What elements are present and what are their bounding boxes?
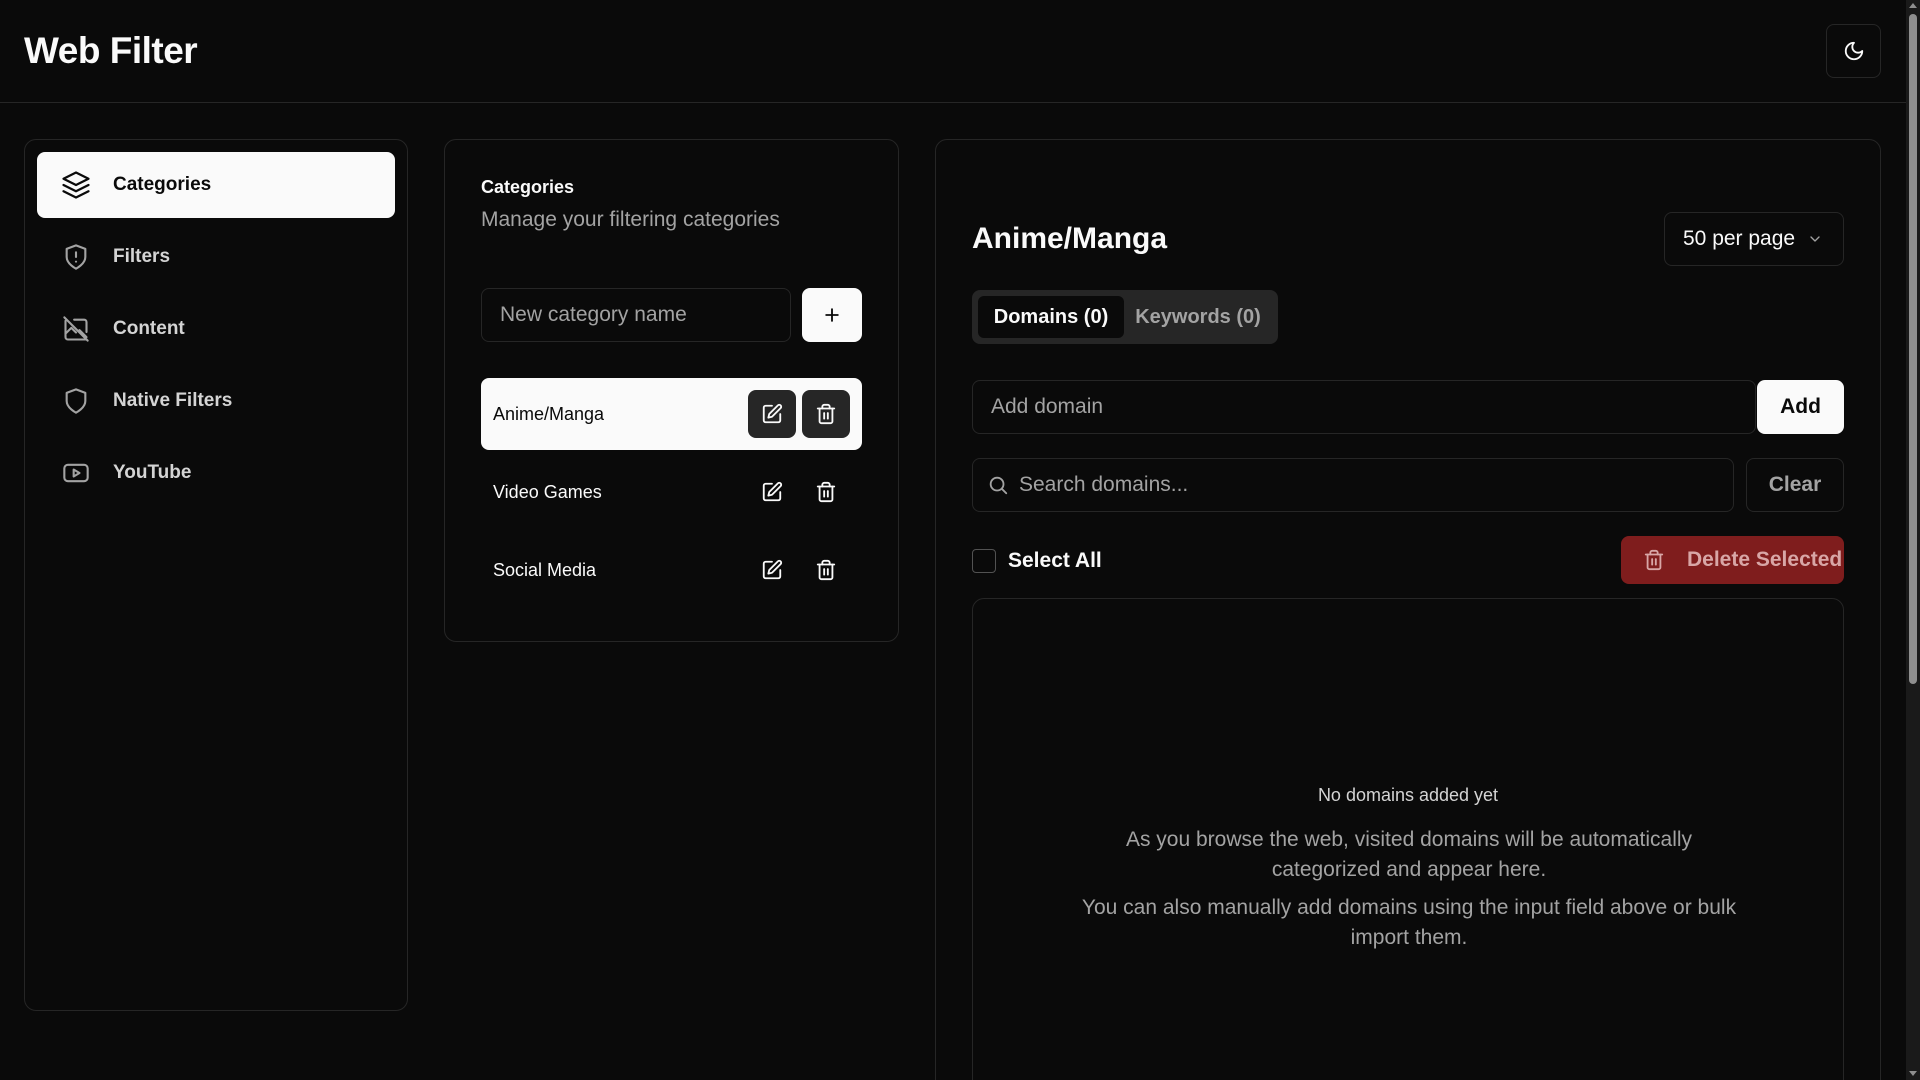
tab-keywords[interactable]: Keywords (0) bbox=[1124, 296, 1272, 338]
category-item-social-media[interactable]: Social Media bbox=[481, 534, 862, 606]
category-item-video-games[interactable]: Video Games bbox=[481, 456, 862, 528]
select-all-checkbox[interactable] bbox=[972, 549, 996, 573]
edit-icon bbox=[762, 403, 783, 424]
per-page-select[interactable]: 50 per page bbox=[1664, 212, 1844, 266]
search-domains-field[interactable] bbox=[972, 458, 1734, 512]
plus-icon bbox=[825, 308, 839, 322]
select-all-control[interactable]: Select All bbox=[972, 549, 1102, 573]
sidebar-item-label: Categories bbox=[113, 174, 212, 195]
delete-selected-button[interactable]: Delete Selected bbox=[1621, 536, 1844, 584]
category-name: Social Media bbox=[493, 559, 597, 580]
sidebar-item-categories[interactable]: Categories bbox=[37, 152, 395, 218]
empty-state-text: As you browse the web, visited domains w… bbox=[1125, 828, 1693, 881]
edit-category-button[interactable] bbox=[748, 390, 796, 438]
app-header: Web Filter bbox=[0, 0, 1906, 103]
scroll-down-arrow-icon[interactable] bbox=[1909, 1071, 1917, 1076]
sidebar-item-label: Filters bbox=[113, 246, 171, 267]
tab-list: Domains (0) Keywords (0) bbox=[972, 290, 1278, 344]
theme-toggle-button[interactable] bbox=[1826, 24, 1881, 78]
new-category-input[interactable] bbox=[481, 288, 791, 342]
delete-category-button[interactable] bbox=[802, 468, 850, 516]
edit-icon bbox=[762, 481, 783, 502]
trash-icon bbox=[816, 481, 836, 503]
category-title: Anime/Manga bbox=[972, 222, 1168, 255]
trash-icon bbox=[1643, 549, 1665, 571]
sidebar-item-label: Native Filters bbox=[113, 390, 233, 411]
edit-icon bbox=[762, 559, 783, 580]
trash-icon bbox=[816, 403, 836, 425]
per-page-value: 50 per page bbox=[1683, 227, 1796, 250]
empty-state-text: You can also manually add domains using … bbox=[1081, 896, 1737, 949]
scrollbar-thumb[interactable] bbox=[1909, 14, 1917, 684]
add-category-button[interactable] bbox=[802, 288, 862, 342]
tab-domains[interactable]: Domains (0) bbox=[978, 296, 1124, 338]
delete-selected-label: Delete Selected bbox=[1687, 548, 1843, 571]
delete-category-button[interactable] bbox=[802, 390, 850, 438]
category-detail-panel: Anime/Manga 50 per page Domains (0) Keyw… bbox=[935, 139, 1881, 1080]
empty-state-title: No domains added yet bbox=[1317, 785, 1499, 805]
sidebar-item-label: Content bbox=[113, 318, 185, 339]
sidebar: Categories Filters Content Native Filter… bbox=[24, 139, 408, 1011]
add-domain-input[interactable] bbox=[972, 380, 1756, 434]
select-all-label: Select All bbox=[1008, 549, 1102, 572]
category-name: Video Games bbox=[493, 481, 602, 502]
layers-icon bbox=[61, 170, 91, 200]
categories-panel-subtitle: Manage your filtering categories bbox=[481, 208, 780, 231]
add-domain-button[interactable]: Add bbox=[1757, 380, 1844, 434]
scroll-up-arrow-icon[interactable] bbox=[1909, 3, 1917, 8]
shield-alert-icon bbox=[61, 242, 91, 272]
sidebar-item-content[interactable]: Content bbox=[37, 296, 395, 362]
trash-icon bbox=[816, 559, 836, 581]
categories-panel-title: Categories bbox=[481, 177, 575, 197]
edit-category-button[interactable] bbox=[748, 546, 796, 594]
sidebar-item-label: YouTube bbox=[113, 462, 192, 483]
clear-search-button[interactable]: Clear bbox=[1746, 458, 1844, 512]
youtube-icon bbox=[61, 458, 91, 488]
category-name: Anime/Manga bbox=[493, 403, 605, 424]
search-icon bbox=[989, 476, 1008, 495]
categories-panel: Categories Manage your filtering categor… bbox=[444, 139, 899, 642]
delete-category-button[interactable] bbox=[802, 546, 850, 594]
image-off-icon bbox=[61, 314, 91, 344]
sidebar-item-native-filters[interactable]: Native Filters bbox=[37, 368, 395, 434]
page-scrollbar[interactable] bbox=[1906, 0, 1920, 1080]
search-domains-input[interactable] bbox=[1019, 459, 1719, 511]
app-title: Web Filter bbox=[24, 30, 198, 71]
chevron-down-icon bbox=[1810, 236, 1820, 242]
category-item-anime-manga[interactable]: Anime/Manga bbox=[481, 378, 862, 450]
domains-list-empty-state: No domains added yet As you browse the w… bbox=[972, 598, 1844, 1080]
moon-icon bbox=[1844, 41, 1863, 61]
sidebar-item-youtube[interactable]: YouTube bbox=[37, 440, 395, 506]
sidebar-item-filters[interactable]: Filters bbox=[37, 224, 395, 290]
edit-category-button[interactable] bbox=[748, 468, 796, 516]
shield-icon bbox=[61, 386, 91, 416]
